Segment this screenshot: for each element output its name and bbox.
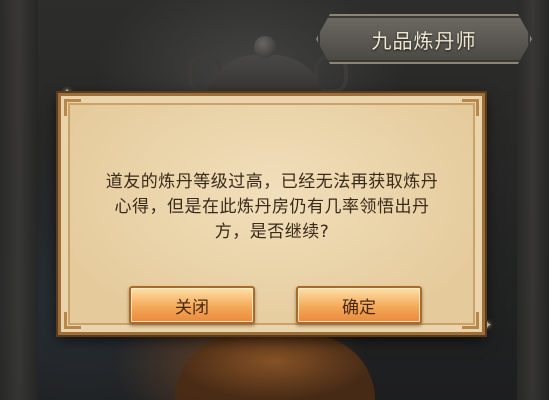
dialog-corner-ornament — [462, 312, 479, 329]
dialog-message: 道友的炼丹等级过高，已经无法再获取炼丹心得，但是在此炼丹房仍有几率领悟出丹方，是… — [105, 172, 439, 242]
page-title: 九品炼丹师 — [371, 28, 477, 53]
dialog-corner-ornament — [64, 312, 81, 329]
close-button-label: 关闭 — [175, 297, 209, 318]
confirm-button-label: 确定 — [342, 297, 376, 318]
cauldron-lid — [254, 36, 276, 58]
cauldron-glow-base — [175, 335, 375, 400]
close-button[interactable]: 关闭 — [129, 286, 255, 324]
confirm-button[interactable]: 确定 — [296, 286, 422, 324]
confirm-dialog: 道友的炼丹等级过高，已经无法再获取炼丹心得，但是在此炼丹房仍有几率领悟出丹方，是… — [58, 93, 485, 335]
title-plaque: 九品炼丹师 — [316, 14, 532, 64]
dialog-corner-ornament — [64, 99, 81, 116]
dialog-corner-ornament — [462, 99, 479, 116]
left-pillar — [0, 0, 38, 400]
right-pillar — [517, 0, 549, 400]
